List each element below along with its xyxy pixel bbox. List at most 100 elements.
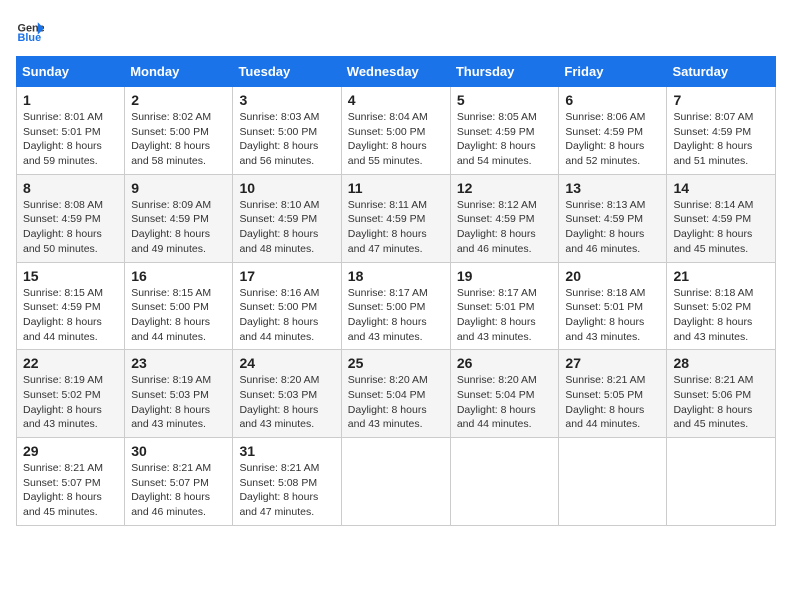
day-detail: Sunrise: 8:18 AMSunset: 5:02 PMDaylight:… <box>673 286 769 345</box>
weekday-header-tuesday: Tuesday <box>233 57 341 87</box>
day-detail: Sunrise: 8:19 AMSunset: 5:02 PMDaylight:… <box>23 373 118 432</box>
calendar-cell: 24 Sunrise: 8:20 AMSunset: 5:03 PMDaylig… <box>233 350 341 438</box>
day-detail: Sunrise: 8:10 AMSunset: 4:59 PMDaylight:… <box>239 198 334 257</box>
day-detail: Sunrise: 8:18 AMSunset: 5:01 PMDaylight:… <box>565 286 660 345</box>
calendar-cell: 22 Sunrise: 8:19 AMSunset: 5:02 PMDaylig… <box>17 350 125 438</box>
day-number: 30 <box>131 443 226 459</box>
calendar-week-2: 8 Sunrise: 8:08 AMSunset: 4:59 PMDayligh… <box>17 174 776 262</box>
day-number: 28 <box>673 355 769 371</box>
day-detail: Sunrise: 8:14 AMSunset: 4:59 PMDaylight:… <box>673 198 769 257</box>
calendar-cell: 28 Sunrise: 8:21 AMSunset: 5:06 PMDaylig… <box>667 350 776 438</box>
calendar-cell: 15 Sunrise: 8:15 AMSunset: 4:59 PMDaylig… <box>17 262 125 350</box>
day-number: 8 <box>23 180 118 196</box>
day-number: 3 <box>239 92 334 108</box>
calendar-cell: 7 Sunrise: 8:07 AMSunset: 4:59 PMDayligh… <box>667 87 776 175</box>
day-detail: Sunrise: 8:17 AMSunset: 5:00 PMDaylight:… <box>348 286 444 345</box>
calendar-cell: 30 Sunrise: 8:21 AMSunset: 5:07 PMDaylig… <box>125 438 233 526</box>
calendar-cell: 14 Sunrise: 8:14 AMSunset: 4:59 PMDaylig… <box>667 174 776 262</box>
day-number: 24 <box>239 355 334 371</box>
day-detail: Sunrise: 8:20 AMSunset: 5:04 PMDaylight:… <box>348 373 444 432</box>
day-number: 11 <box>348 180 444 196</box>
calendar-cell: 4 Sunrise: 8:04 AMSunset: 5:00 PMDayligh… <box>341 87 450 175</box>
day-detail: Sunrise: 8:05 AMSunset: 4:59 PMDaylight:… <box>457 110 553 169</box>
day-number: 13 <box>565 180 660 196</box>
day-detail: Sunrise: 8:09 AMSunset: 4:59 PMDaylight:… <box>131 198 226 257</box>
calendar-cell: 2 Sunrise: 8:02 AMSunset: 5:00 PMDayligh… <box>125 87 233 175</box>
calendar-cell <box>667 438 776 526</box>
calendar-cell: 17 Sunrise: 8:16 AMSunset: 5:00 PMDaylig… <box>233 262 341 350</box>
calendar-week-5: 29 Sunrise: 8:21 AMSunset: 5:07 PMDaylig… <box>17 438 776 526</box>
day-number: 4 <box>348 92 444 108</box>
day-number: 9 <box>131 180 226 196</box>
day-number: 15 <box>23 268 118 284</box>
day-number: 10 <box>239 180 334 196</box>
day-number: 19 <box>457 268 553 284</box>
calendar-cell: 29 Sunrise: 8:21 AMSunset: 5:07 PMDaylig… <box>17 438 125 526</box>
day-number: 31 <box>239 443 334 459</box>
calendar-cell: 3 Sunrise: 8:03 AMSunset: 5:00 PMDayligh… <box>233 87 341 175</box>
calendar-cell: 11 Sunrise: 8:11 AMSunset: 4:59 PMDaylig… <box>341 174 450 262</box>
day-detail: Sunrise: 8:04 AMSunset: 5:00 PMDaylight:… <box>348 110 444 169</box>
day-number: 14 <box>673 180 769 196</box>
day-number: 20 <box>565 268 660 284</box>
day-detail: Sunrise: 8:13 AMSunset: 4:59 PMDaylight:… <box>565 198 660 257</box>
day-number: 17 <box>239 268 334 284</box>
day-detail: Sunrise: 8:06 AMSunset: 4:59 PMDaylight:… <box>565 110 660 169</box>
day-detail: Sunrise: 8:07 AMSunset: 4:59 PMDaylight:… <box>673 110 769 169</box>
day-number: 25 <box>348 355 444 371</box>
day-number: 5 <box>457 92 553 108</box>
day-detail: Sunrise: 8:03 AMSunset: 5:00 PMDaylight:… <box>239 110 334 169</box>
calendar-week-1: 1 Sunrise: 8:01 AMSunset: 5:01 PMDayligh… <box>17 87 776 175</box>
day-detail: Sunrise: 8:16 AMSunset: 5:00 PMDaylight:… <box>239 286 334 345</box>
day-number: 16 <box>131 268 226 284</box>
day-number: 23 <box>131 355 226 371</box>
calendar-cell: 10 Sunrise: 8:10 AMSunset: 4:59 PMDaylig… <box>233 174 341 262</box>
calendar: SundayMondayTuesdayWednesdayThursdayFrid… <box>16 56 776 526</box>
calendar-cell: 20 Sunrise: 8:18 AMSunset: 5:01 PMDaylig… <box>559 262 667 350</box>
day-number: 26 <box>457 355 553 371</box>
day-number: 27 <box>565 355 660 371</box>
day-detail: Sunrise: 8:21 AMSunset: 5:07 PMDaylight:… <box>131 461 226 520</box>
day-number: 7 <box>673 92 769 108</box>
day-detail: Sunrise: 8:20 AMSunset: 5:04 PMDaylight:… <box>457 373 553 432</box>
weekday-header-sunday: Sunday <box>17 57 125 87</box>
day-detail: Sunrise: 8:21 AMSunset: 5:06 PMDaylight:… <box>673 373 769 432</box>
weekday-header-wednesday: Wednesday <box>341 57 450 87</box>
day-number: 2 <box>131 92 226 108</box>
day-detail: Sunrise: 8:12 AMSunset: 4:59 PMDaylight:… <box>457 198 553 257</box>
calendar-cell: 19 Sunrise: 8:17 AMSunset: 5:01 PMDaylig… <box>450 262 559 350</box>
day-detail: Sunrise: 8:02 AMSunset: 5:00 PMDaylight:… <box>131 110 226 169</box>
day-number: 21 <box>673 268 769 284</box>
calendar-cell: 13 Sunrise: 8:13 AMSunset: 4:59 PMDaylig… <box>559 174 667 262</box>
day-detail: Sunrise: 8:15 AMSunset: 5:00 PMDaylight:… <box>131 286 226 345</box>
calendar-cell: 8 Sunrise: 8:08 AMSunset: 4:59 PMDayligh… <box>17 174 125 262</box>
calendar-cell: 1 Sunrise: 8:01 AMSunset: 5:01 PMDayligh… <box>17 87 125 175</box>
day-detail: Sunrise: 8:21 AMSunset: 5:08 PMDaylight:… <box>239 461 334 520</box>
day-detail: Sunrise: 8:19 AMSunset: 5:03 PMDaylight:… <box>131 373 226 432</box>
calendar-cell: 12 Sunrise: 8:12 AMSunset: 4:59 PMDaylig… <box>450 174 559 262</box>
calendar-cell: 21 Sunrise: 8:18 AMSunset: 5:02 PMDaylig… <box>667 262 776 350</box>
calendar-cell <box>559 438 667 526</box>
calendar-cell: 18 Sunrise: 8:17 AMSunset: 5:00 PMDaylig… <box>341 262 450 350</box>
calendar-cell: 23 Sunrise: 8:19 AMSunset: 5:03 PMDaylig… <box>125 350 233 438</box>
day-detail: Sunrise: 8:20 AMSunset: 5:03 PMDaylight:… <box>239 373 334 432</box>
day-number: 1 <box>23 92 118 108</box>
svg-text:Blue: Blue <box>18 32 42 44</box>
header: General Blue <box>16 16 776 44</box>
day-number: 18 <box>348 268 444 284</box>
day-detail: Sunrise: 8:21 AMSunset: 5:07 PMDaylight:… <box>23 461 118 520</box>
calendar-cell: 26 Sunrise: 8:20 AMSunset: 5:04 PMDaylig… <box>450 350 559 438</box>
logo: General Blue <box>16 16 44 44</box>
calendar-cell: 6 Sunrise: 8:06 AMSunset: 4:59 PMDayligh… <box>559 87 667 175</box>
day-detail: Sunrise: 8:17 AMSunset: 5:01 PMDaylight:… <box>457 286 553 345</box>
day-detail: Sunrise: 8:08 AMSunset: 4:59 PMDaylight:… <box>23 198 118 257</box>
day-number: 29 <box>23 443 118 459</box>
weekday-header-thursday: Thursday <box>450 57 559 87</box>
logo-icon: General Blue <box>16 16 44 44</box>
day-detail: Sunrise: 8:11 AMSunset: 4:59 PMDaylight:… <box>348 198 444 257</box>
calendar-week-4: 22 Sunrise: 8:19 AMSunset: 5:02 PMDaylig… <box>17 350 776 438</box>
calendar-cell: 16 Sunrise: 8:15 AMSunset: 5:00 PMDaylig… <box>125 262 233 350</box>
calendar-cell: 5 Sunrise: 8:05 AMSunset: 4:59 PMDayligh… <box>450 87 559 175</box>
day-number: 22 <box>23 355 118 371</box>
calendar-cell <box>450 438 559 526</box>
